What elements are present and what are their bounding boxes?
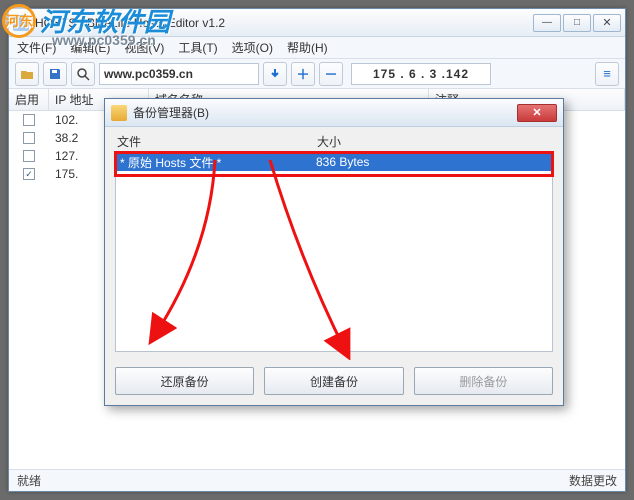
tool-save-icon[interactable] <box>43 62 67 86</box>
menu-options[interactable]: 选项(O) <box>232 39 273 56</box>
delete-backup-button[interactable]: 删除备份 <box>414 367 553 395</box>
tool-down-icon[interactable] <box>263 62 287 86</box>
checkbox[interactable] <box>23 132 35 144</box>
tool-remove-icon[interactable]: － <box>319 62 343 86</box>
dialog-col-file[interactable]: 文件 <box>117 133 317 150</box>
menubar: 文件(F) 编辑(E) 视图(V) 工具(T) 选项(O) 帮助(H) <box>9 37 625 59</box>
create-backup-button[interactable]: 创建备份 <box>264 367 403 395</box>
close-button[interactable]: ✕ <box>593 14 621 32</box>
maximize-button[interactable]: □ <box>563 14 591 32</box>
toolbar: ＋ － ≡ <box>9 59 625 89</box>
tool-list-icon[interactable]: ≡ <box>595 62 619 86</box>
menu-edit[interactable]: 编辑(E) <box>70 39 110 56</box>
main-titlebar: HOSTS - BlueLife Hosts Editor v1.2 — □ ✕ <box>9 9 625 37</box>
tool-search-icon[interactable] <box>71 62 95 86</box>
menu-view[interactable]: 视图(V) <box>124 39 164 56</box>
ip-input[interactable] <box>351 63 491 85</box>
file-name: * 原始 Hosts 文件 * <box>116 154 316 171</box>
file-row-selected[interactable]: * 原始 Hosts 文件 * 836 Bytes <box>116 153 552 171</box>
backup-manager-dialog: 备份管理器(B) ✕ 文件 大小 * 原始 Hosts 文件 * 836 Byt… <box>104 98 564 406</box>
dialog-col-size[interactable]: 大小 <box>317 133 551 150</box>
tool-add-icon[interactable]: ＋ <box>291 62 315 86</box>
menu-file[interactable]: 文件(F) <box>17 39 56 56</box>
dialog-close-button[interactable]: ✕ <box>517 104 557 122</box>
menu-tools[interactable]: 工具(T) <box>178 39 217 56</box>
menu-help[interactable]: 帮助(H) <box>287 39 328 56</box>
restore-backup-button[interactable]: 还原备份 <box>115 367 254 395</box>
status-right: 数据更改 <box>569 472 617 489</box>
dialog-titlebar: 备份管理器(B) ✕ <box>105 99 563 127</box>
checkbox[interactable] <box>23 114 35 126</box>
dialog-title: 备份管理器(B) <box>133 104 517 121</box>
statusbar: 就绪 数据更改 <box>9 469 625 491</box>
app-icon <box>13 15 29 31</box>
col-enable[interactable]: 启用 <box>9 89 49 110</box>
domain-input[interactable] <box>99 63 259 85</box>
status-left: 就绪 <box>17 472 41 489</box>
file-list: * 原始 Hosts 文件 * 836 Bytes <box>115 152 553 352</box>
dialog-columns: 文件 大小 <box>115 133 553 152</box>
checkbox[interactable] <box>23 150 35 162</box>
app-title: HOSTS - BlueLife Hosts Editor v1.2 <box>35 16 533 30</box>
tool-open-icon[interactable] <box>15 62 39 86</box>
dialog-icon <box>111 105 127 121</box>
checkbox[interactable]: ✓ <box>23 168 35 180</box>
minimize-button[interactable]: — <box>533 14 561 32</box>
file-size: 836 Bytes <box>316 155 552 169</box>
